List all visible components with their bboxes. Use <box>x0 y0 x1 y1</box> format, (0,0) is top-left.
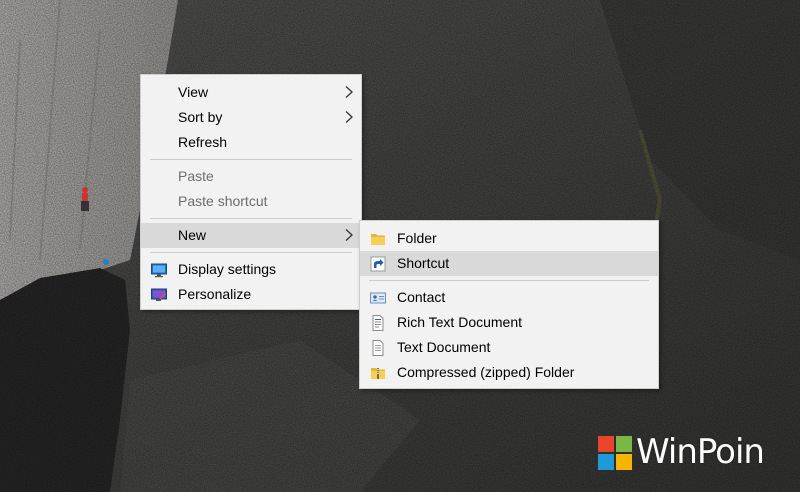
personalize-icon <box>151 288 167 301</box>
display-settings-icon <box>151 263 167 278</box>
submenu-item-label: Rich Text Document <box>397 314 523 330</box>
contact-icon <box>370 292 386 304</box>
menu-item-refresh[interactable]: Refresh <box>141 130 361 155</box>
menu-item-display-settings[interactable]: Display settings <box>141 257 361 282</box>
menu-item-view[interactable]: View <box>141 80 361 105</box>
submenu-item-label: Compressed (zipped) Folder <box>397 364 575 380</box>
chevron-right-icon <box>345 229 353 241</box>
chevron-right-icon <box>345 86 353 98</box>
menu-separator <box>150 218 352 219</box>
menu-item-label: Personalize <box>178 286 252 302</box>
desktop-context-menu: View Sort by Refresh Paste Paste shortcu… <box>140 74 362 310</box>
menu-item-label: Paste <box>178 168 214 184</box>
chevron-right-icon <box>345 111 353 123</box>
menu-item-new[interactable]: New <box>141 223 361 248</box>
watermark-text: WinPoin <box>636 432 765 472</box>
menu-item-paste-shortcut[interactable]: Paste shortcut <box>141 189 361 214</box>
menu-item-personalize[interactable]: Personalize <box>141 282 361 307</box>
submenu-item-folder[interactable]: Folder <box>360 226 658 251</box>
menu-separator <box>150 159 352 160</box>
menu-item-label: Sort by <box>178 109 223 125</box>
submenu-item-compressed-folder[interactable]: Compressed (zipped) Folder <box>360 360 658 385</box>
submenu-item-label: Text Document <box>397 339 491 355</box>
rich-text-document-icon <box>372 315 384 331</box>
menu-separator <box>369 280 649 281</box>
menu-separator <box>150 252 352 253</box>
menu-item-sort-by[interactable]: Sort by <box>141 105 361 130</box>
menu-item-paste[interactable]: Paste <box>141 164 361 189</box>
text-document-icon <box>372 340 384 356</box>
menu-item-label: Paste shortcut <box>178 193 268 209</box>
winpoin-watermark: WinPoin <box>598 432 765 472</box>
winpoin-logo-icon <box>598 436 632 470</box>
menu-item-label: Refresh <box>178 134 228 150</box>
shortcut-icon <box>370 256 386 272</box>
new-submenu: Folder Shortcut Contact Rich Text Docume… <box>359 220 659 389</box>
menu-item-label: Display settings <box>178 261 277 277</box>
submenu-item-label: Folder <box>397 230 437 246</box>
menu-item-label: New <box>178 227 207 243</box>
submenu-item-rich-text-document[interactable]: Rich Text Document <box>360 310 658 335</box>
submenu-item-text-document[interactable]: Text Document <box>360 335 658 360</box>
submenu-item-shortcut[interactable]: Shortcut <box>360 251 658 276</box>
climber-figure <box>81 187 89 211</box>
folder-icon <box>371 234 385 245</box>
submenu-item-label: Shortcut <box>397 255 450 271</box>
submenu-item-label: Contact <box>397 289 446 305</box>
menu-item-label: View <box>178 84 209 100</box>
zipped-folder-icon <box>371 368 385 379</box>
submenu-item-contact[interactable]: Contact <box>360 285 658 310</box>
